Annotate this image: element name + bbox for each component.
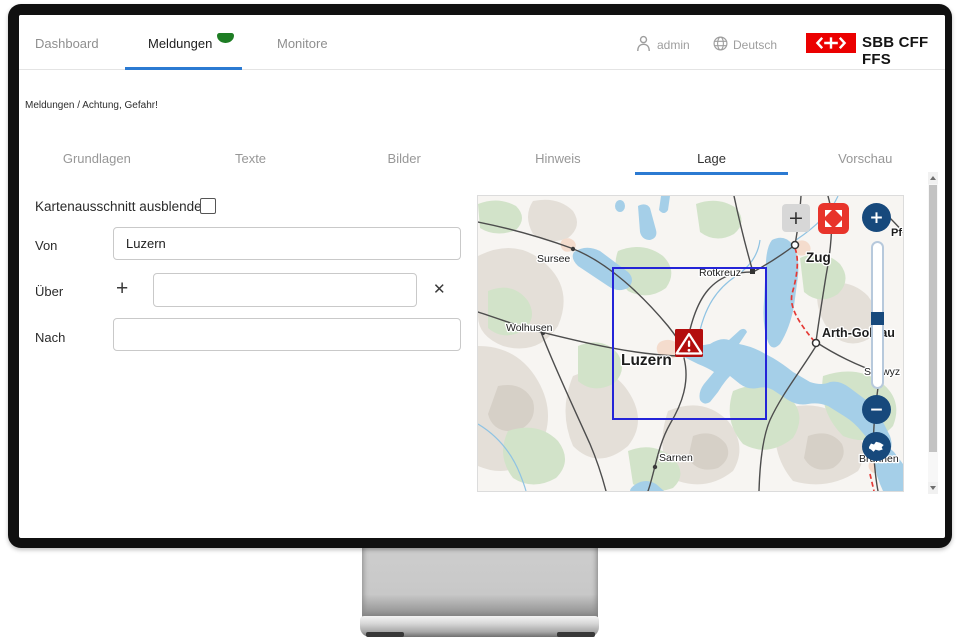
tab-bilder[interactable]: Bilder bbox=[327, 141, 481, 175]
monitor-stand-neck bbox=[362, 544, 598, 618]
von-label: Von bbox=[35, 238, 57, 253]
ueber-label: Über bbox=[35, 284, 63, 299]
detail-tabs: Grundlagen Texte Bilder Hinweis Lage Vor… bbox=[20, 141, 942, 175]
map-pan-mode-button[interactable] bbox=[818, 203, 849, 234]
top-navbar: Dashboard Meldungen Monitore admin Deuts… bbox=[19, 15, 945, 70]
tab-grundlagen[interactable]: Grundlagen bbox=[20, 141, 174, 175]
zoom-out-button[interactable]: − bbox=[862, 395, 891, 424]
breadcrumb: Meldungen / Achtung, Gefahr! bbox=[25, 100, 158, 111]
hide-map-label: Kartenausschnitt ausblenden bbox=[35, 199, 209, 214]
ueber-input[interactable] bbox=[153, 273, 417, 307]
brand-text: SBB CFF FFS bbox=[862, 34, 945, 68]
app-screen: Dashboard Meldungen Monitore admin Deuts… bbox=[19, 15, 945, 538]
nach-label: Nach bbox=[35, 330, 65, 345]
arrow-down-icon bbox=[930, 486, 936, 490]
map-image: Sursee Wolhusen Rotkreuz Zug Arth-Goldau… bbox=[478, 196, 903, 491]
scrollbar-down-button[interactable] bbox=[928, 482, 938, 494]
map-label-sarnen: Sarnen bbox=[659, 452, 693, 464]
pan-arrows-icon bbox=[824, 209, 843, 228]
meldungen-green-badge-icon bbox=[217, 33, 234, 43]
sbb-logo-icon bbox=[806, 33, 856, 53]
map-canvas[interactable]: Sursee Wolhusen Rotkreuz Zug Arth-Goldau… bbox=[478, 196, 903, 491]
switzerland-icon bbox=[868, 441, 885, 453]
map-label-pf-partial: Pf bbox=[891, 227, 902, 239]
zoom-slider-handle[interactable] bbox=[871, 312, 884, 325]
zoom-in-button[interactable]: + bbox=[862, 203, 891, 232]
user-name[interactable]: admin bbox=[657, 38, 690, 52]
language-selector[interactable]: Deutsch bbox=[733, 38, 777, 52]
von-input[interactable] bbox=[113, 227, 461, 260]
monitor-stand-foot-right bbox=[557, 632, 595, 637]
map-label-sursee: Sursee bbox=[537, 253, 570, 265]
tab-vorschau[interactable]: Vorschau bbox=[788, 141, 942, 175]
nav-item-dashboard[interactable]: Dashboard bbox=[35, 36, 99, 51]
language-globe-icon bbox=[713, 36, 728, 51]
map-label-wolhusen: Wolhusen bbox=[506, 322, 553, 334]
monitor-bezel: Dashboard Meldungen Monitore admin Deuts… bbox=[8, 4, 952, 548]
add-via-button[interactable]: + bbox=[116, 278, 128, 299]
page-scrollbar[interactable] bbox=[928, 172, 938, 494]
nav-active-underline bbox=[125, 67, 242, 70]
nav-item-monitore[interactable]: Monitore bbox=[277, 36, 328, 51]
monitor-stand-foot-left bbox=[366, 632, 404, 637]
nav-item-meldungen[interactable]: Meldungen bbox=[148, 36, 212, 51]
map-extra-zoom-button[interactable]: + bbox=[782, 204, 810, 232]
map-label-luzern: Luzern bbox=[621, 352, 672, 369]
tab-hinweis[interactable]: Hinweis bbox=[481, 141, 635, 175]
scrollbar-up-button[interactable] bbox=[928, 172, 938, 184]
hide-map-checkbox[interactable] bbox=[200, 198, 216, 214]
arrow-up-icon bbox=[930, 176, 936, 180]
map-label-zug: Zug bbox=[806, 250, 831, 265]
reset-extent-button[interactable] bbox=[862, 432, 891, 461]
nach-input[interactable] bbox=[113, 318, 461, 351]
warning-marker-icon[interactable] bbox=[675, 329, 703, 357]
tab-lage[interactable]: Lage bbox=[635, 141, 789, 175]
clear-via-button[interactable]: ✕ bbox=[433, 282, 446, 297]
tab-texte[interactable]: Texte bbox=[174, 141, 328, 175]
user-icon bbox=[636, 35, 651, 52]
scrollbar-thumb[interactable] bbox=[929, 185, 937, 452]
